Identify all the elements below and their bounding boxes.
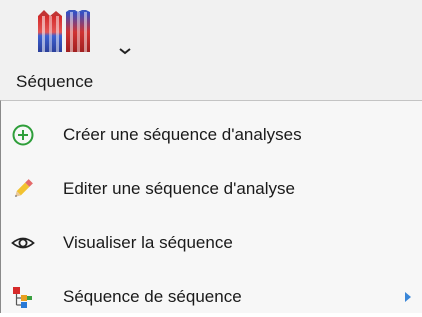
menu-item-label: Editer une séquence d'analyse — [63, 179, 295, 198]
sequence-dropdown-menu: Créer une séquence d'analyses Editer une… — [0, 100, 422, 313]
menu-item-sequence-of-sequence[interactable]: Séquence de séquence — [1, 277, 422, 317]
menu-item-edit-sequence[interactable]: Editer une séquence d'analyse — [1, 169, 422, 209]
chevron-down-icon[interactable] — [118, 46, 132, 56]
add-circle-icon — [12, 124, 34, 146]
nested-sequence-icon — [13, 287, 32, 308]
sequence-icon — [38, 10, 90, 52]
eye-icon — [11, 237, 35, 249]
menu-item-create-sequence[interactable]: Créer une séquence d'analyses — [1, 115, 422, 155]
menu-item-label: Séquence de séquence — [63, 287, 242, 306]
sequence-button-label: Séquence — [16, 72, 94, 91]
ribbon-toolbar: Séquence — [0, 0, 422, 100]
sequence-ribbon-button[interactable]: Séquence — [10, 6, 131, 98]
pencil-icon — [15, 179, 33, 197]
menu-item-label: Visualiser la séquence — [63, 233, 233, 252]
menu-item-view-sequence[interactable]: Visualiser la séquence — [1, 223, 422, 263]
menu-item-label: Créer une séquence d'analyses — [63, 125, 302, 144]
submenu-arrow-icon — [405, 292, 411, 302]
